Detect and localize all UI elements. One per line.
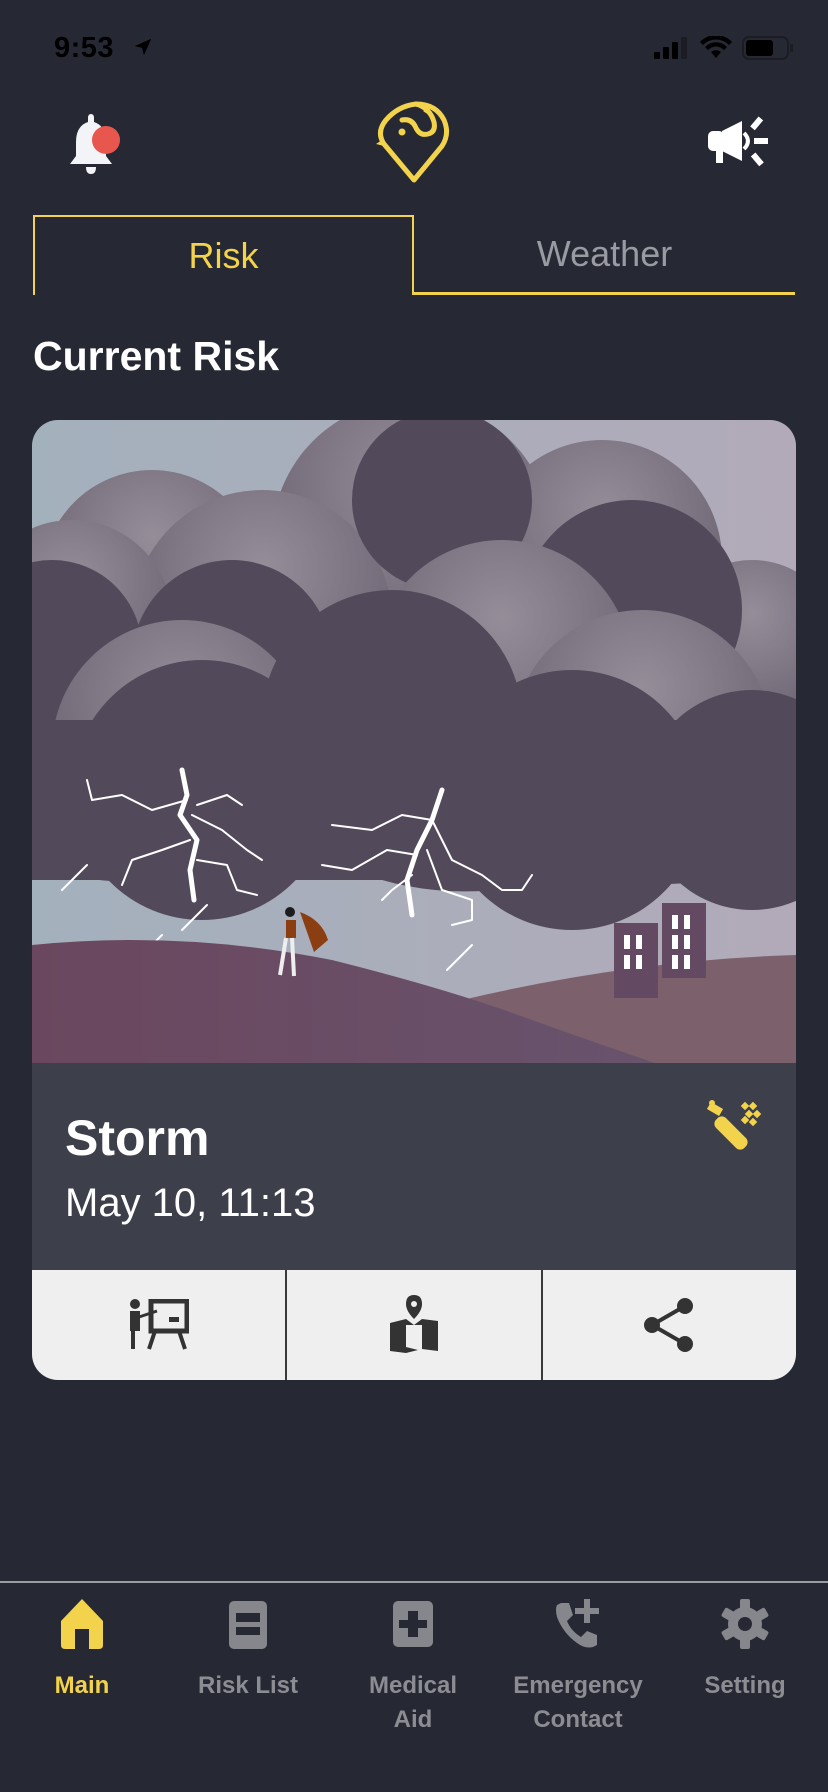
share-button[interactable] bbox=[543, 1270, 796, 1380]
section-title: Current Risk bbox=[33, 333, 280, 379]
risk-name: Storm bbox=[65, 1110, 210, 1166]
tabbar-item-medical-aid[interactable]: Medical Aid bbox=[338, 1597, 488, 1737]
tabbar-label: Emergency Contact bbox=[513, 1672, 643, 1733]
tabbar-label: Risk List bbox=[197, 1672, 299, 1699]
status-bar: 9:53 bbox=[0, 0, 828, 100]
tabbar-item-emergency-contact[interactable]: Emergency Contact bbox=[503, 1597, 653, 1737]
bell-icon[interactable] bbox=[60, 112, 126, 178]
bird-pin-logo bbox=[376, 101, 450, 183]
location-arrow-icon bbox=[134, 38, 152, 56]
card-actions bbox=[32, 1270, 796, 1380]
notification-badge bbox=[92, 126, 120, 154]
share-icon bbox=[644, 1298, 694, 1352]
tab-risk[interactable]: Risk bbox=[33, 215, 414, 295]
medical-cross-icon bbox=[393, 1601, 433, 1647]
bottom-tabbar: Main Risk List Medical Aid Emergency Con… bbox=[0, 1581, 828, 1792]
gear-icon bbox=[721, 1599, 769, 1649]
map-button[interactable] bbox=[287, 1270, 543, 1380]
status-time: 9:53 bbox=[54, 32, 115, 64]
risk-date: May 10, 11:13 bbox=[65, 1181, 316, 1225]
tabbar-label: Main bbox=[54, 1672, 110, 1699]
tabbar-label: Medical Aid bbox=[368, 1672, 458, 1733]
battery-icon bbox=[742, 36, 793, 60]
home-icon bbox=[61, 1599, 103, 1649]
tabbar-item-setting[interactable]: Setting bbox=[670, 1597, 820, 1703]
segment-tabs: Risk Weather bbox=[33, 215, 795, 295]
map-pin-icon bbox=[389, 1295, 438, 1353]
tab-weather[interactable]: Weather bbox=[414, 215, 795, 295]
app-header bbox=[0, 100, 828, 200]
list-icon bbox=[229, 1601, 267, 1649]
tabbar-item-risk-list[interactable]: Risk List bbox=[173, 1597, 323, 1703]
tabbar-label: Setting bbox=[704, 1672, 786, 1699]
risk-card[interactable]: Storm May 10, 11:13 bbox=[32, 420, 796, 1380]
status-icons bbox=[654, 36, 794, 60]
phone-add-icon bbox=[556, 1599, 599, 1648]
megaphone-icon[interactable] bbox=[704, 115, 774, 171]
tabbar-item-main[interactable]: Main bbox=[7, 1597, 157, 1703]
storm-illustration bbox=[32, 420, 796, 1063]
cellular-signal-icon bbox=[654, 37, 687, 59]
guide-button[interactable] bbox=[32, 1270, 288, 1380]
presentation-icon bbox=[129, 1299, 189, 1350]
wifi-icon bbox=[700, 36, 732, 58]
satellite-icon bbox=[706, 1100, 762, 1150]
risk-info: Storm May 10, 11:13 bbox=[32, 1063, 796, 1270]
